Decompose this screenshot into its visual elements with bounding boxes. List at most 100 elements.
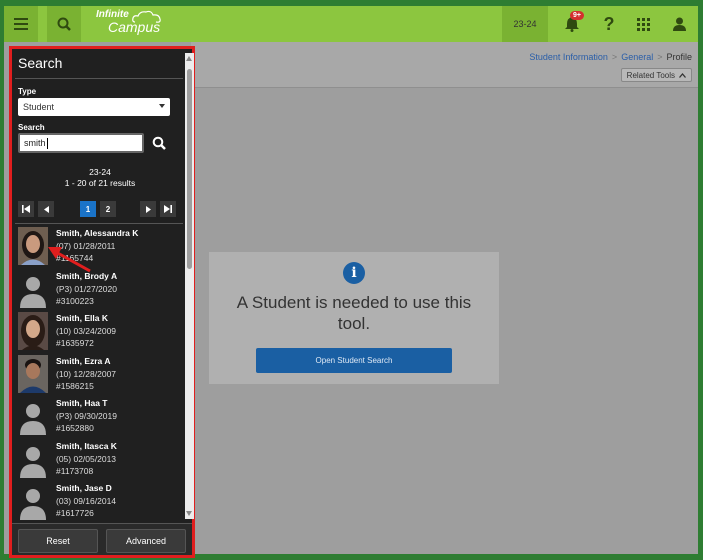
student-id: #3100223 (56, 295, 94, 306)
student-row[interactable]: Smith, Itasca K (05) 02/05/2013 #1173708 (12, 438, 180, 481)
type-select[interactable]: Student (18, 98, 170, 116)
previous-page-button[interactable] (38, 201, 54, 217)
type-label: Type (18, 87, 37, 96)
student-row[interactable]: Smith, Haa T (P3) 09/30/2019 #1652880 (12, 395, 180, 438)
annotation-arrow-icon (48, 247, 91, 273)
page-2-button[interactable]: 2 (100, 201, 116, 217)
student-id: #1652880 (56, 423, 94, 433)
text-cursor (46, 137, 48, 149)
infinite-campus-logo[interactable]: Infinite Campus (96, 10, 161, 34)
user-menu-button[interactable] (662, 6, 696, 42)
student-required-notice: i A Student is needed to use this tool. … (209, 252, 499, 384)
scroll-up-arrow-icon[interactable] (186, 56, 192, 61)
student-name: Smith, Itasca K (56, 440, 117, 451)
default-avatar-icon (20, 446, 46, 478)
student-results-list: Smith, Alessandra K (07) 01/28/2011 #116… (12, 225, 180, 521)
student-id: #1173708 (56, 465, 94, 476)
search-label: Search (18, 123, 45, 132)
related-tools-label: Related Tools (626, 70, 675, 80)
results-scrollbar[interactable] (185, 53, 194, 519)
apps-grid-icon (636, 17, 650, 31)
student-id: #1635972 (56, 338, 94, 348)
help-icon: ? (603, 13, 615, 34)
help-button[interactable]: ? (592, 6, 626, 42)
search-icon (152, 136, 166, 150)
divider (15, 223, 183, 224)
student-photo (18, 312, 48, 350)
results-count: 1 - 20 of 21 results (64, 178, 136, 188)
search-panel-footer: Reset Advanced (12, 523, 192, 555)
results-summary: 23-24 1 - 20 of 21 results (15, 167, 185, 189)
school-year-selector[interactable]: 23-24 (502, 6, 548, 42)
breadcrumb-bar: Student Information > General > Profile Rela… (191, 42, 698, 88)
student-name: Smith, Haa T (56, 398, 108, 408)
divider (15, 78, 183, 79)
student-id: #1586215 (56, 380, 94, 391)
search-input-value: smith (24, 138, 46, 148)
page-1-button[interactable]: 1 (80, 201, 96, 217)
student-grade-dob: (P3) 01/27/2020 (56, 283, 117, 294)
last-page-icon (164, 205, 172, 213)
student-row[interactable]: Smith, Brody A (P3) 01/27/2020 #3100223 (12, 268, 180, 311)
open-student-search-button[interactable]: Open Student Search (256, 348, 452, 373)
first-page-icon (22, 205, 30, 213)
breadcrumb-profile: Profile (666, 52, 692, 62)
search-panel-title: Search (18, 55, 63, 71)
default-avatar-icon (20, 404, 46, 435)
student-grade-dob: (03) 09/16/2014 (56, 496, 117, 506)
breadcrumb-student-information[interactable]: Student Information (529, 52, 608, 62)
first-page-button[interactable] (18, 201, 34, 217)
results-year: 23-24 (89, 167, 111, 177)
reset-button[interactable]: Reset (18, 529, 98, 553)
chevron-up-icon (679, 72, 686, 78)
advanced-button[interactable]: Advanced (106, 529, 186, 553)
breadcrumb-separator-icon: > (657, 52, 663, 62)
hamburger-icon (14, 18, 28, 30)
type-select-value: Student (23, 102, 55, 112)
breadcrumb: Student Information > General > Profile (529, 52, 692, 62)
student-name: Smith, Ezra A (56, 355, 111, 366)
user-icon (672, 17, 686, 31)
next-page-button[interactable] (140, 201, 156, 217)
caret-down-icon (159, 104, 165, 108)
scroll-down-arrow-icon[interactable] (186, 511, 192, 516)
student-row[interactable]: Smith, Jase D (03) 09/16/2014 #1617726 (12, 480, 180, 521)
scroll-thumb[interactable] (187, 69, 192, 269)
last-page-button[interactable] (160, 201, 176, 217)
student-grade-dob: (10) 03/24/2009 (56, 326, 117, 336)
student-name: Smith, Alessandra K (56, 228, 139, 238)
student-grade-dob: (P3) 09/30/2019 (56, 411, 117, 421)
caret-right-icon (145, 205, 151, 213)
cloud-icon (132, 10, 161, 23)
notification-badge: 9+ (570, 11, 584, 20)
pagination: 1 2 (18, 201, 176, 217)
search-input[interactable]: smith (18, 133, 144, 153)
menu-button[interactable] (4, 6, 38, 42)
student-grade-dob: (10) 12/28/2007 (56, 368, 117, 379)
search-button[interactable] (47, 6, 81, 42)
app-window: Infinite Campus 23-24 9+ ? Student Infor… (4, 6, 698, 558)
search-icon (57, 17, 71, 31)
apps-button[interactable] (626, 6, 660, 42)
default-avatar-icon (20, 276, 46, 308)
search-submit-button[interactable] (152, 136, 166, 155)
top-bar: Infinite Campus 23-24 9+ ? (4, 6, 698, 42)
student-photo (18, 354, 48, 393)
school-year-label: 23-24 (513, 19, 537, 29)
student-grade-dob: (05) 02/05/2013 (56, 453, 117, 464)
student-name: Smith, Jase D (56, 483, 112, 493)
notice-message: A Student is needed to use this tool. (236, 293, 472, 333)
student-row[interactable]: Smith, Alessandra K (07) 01/28/2011 #116… (12, 225, 180, 268)
default-avatar-icon (20, 489, 46, 520)
related-tools-button[interactable]: Related Tools (620, 68, 692, 82)
student-id: #1617726 (56, 508, 94, 518)
student-row[interactable]: Smith, Ella K (10) 03/24/2009 #1635972 (12, 310, 180, 353)
search-panel: Search Type Student Search smith 23-24 1… (9, 46, 195, 558)
student-row[interactable]: Smith, Ezra A (10) 12/28/2007 #1586215 (12, 353, 180, 396)
breadcrumb-general[interactable]: General (621, 52, 653, 62)
caret-left-icon (43, 205, 49, 213)
student-name: Smith, Ella K (56, 313, 108, 323)
notifications-button[interactable]: 9+ (552, 6, 592, 42)
breadcrumb-separator-icon: > (611, 52, 618, 62)
info-icon: i (343, 262, 365, 284)
